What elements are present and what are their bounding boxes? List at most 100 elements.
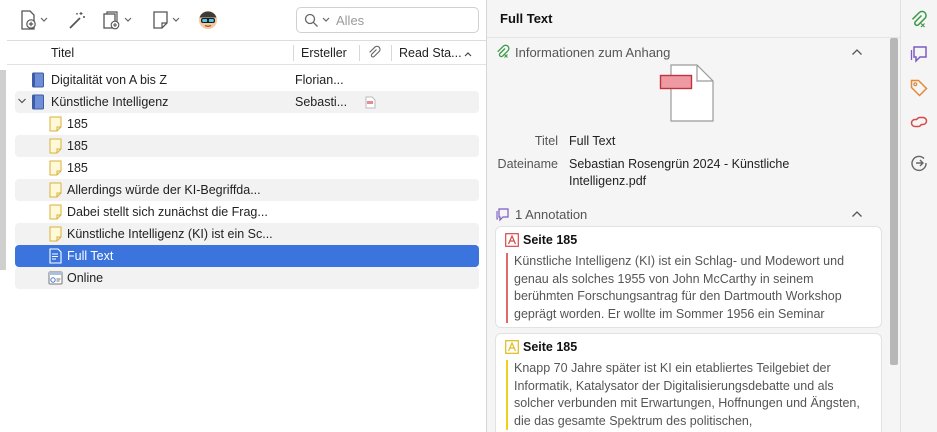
- title-label: Titel: [534, 134, 558, 148]
- locate-icon: [911, 155, 927, 172]
- new-note-button[interactable]: [152, 9, 180, 31]
- attachment-info-header[interactable]: Informationen zum Anhang: [495, 42, 885, 62]
- add-attachment-icon: [103, 11, 120, 30]
- chevron-down-icon: [124, 17, 132, 22]
- note-icon: [49, 116, 62, 132]
- item-creator: Florian...: [295, 73, 344, 87]
- table-row[interactable]: Künstliche Intelligenz (KI) ist ein Sc..…: [15, 223, 479, 245]
- chevron-down-icon: [172, 17, 180, 22]
- sidenav-locate[interactable]: [907, 151, 931, 175]
- item-title: Online: [67, 271, 104, 285]
- highlight-icon: [505, 340, 519, 354]
- filename-label: Dateiname: [497, 157, 558, 171]
- column-resizer[interactable]: [391, 45, 392, 61]
- related-icon: [910, 116, 928, 128]
- note-icon: [49, 226, 62, 242]
- book-icon: [32, 94, 44, 110]
- annotation-page: Seite 185: [523, 233, 578, 247]
- sidenav-attachment[interactable]: [907, 8, 931, 32]
- sidenav-related[interactable]: [907, 110, 931, 134]
- filename-value[interactable]: Sebastian Rosengrün 2024 - Künstliche In…: [569, 156, 819, 190]
- annotations-count: 1 Annotation: [515, 206, 588, 222]
- magic-wand-icon: [69, 12, 85, 29]
- note-icon: [49, 160, 62, 176]
- chevron-down-icon[interactable]: [17, 96, 27, 106]
- annotation-text: Knapp 70 Jahre später ist KI ein etablie…: [506, 360, 873, 430]
- collections-pane-edge[interactable]: [0, 40, 7, 432]
- item-title: Allerdings würde der KI-Begriffda...: [67, 183, 261, 197]
- table-row[interactable]: 185: [15, 135, 479, 157]
- toolbar: [0, 0, 486, 41]
- sidenav-tags[interactable]: [907, 76, 931, 100]
- column-title[interactable]: Titel: [51, 46, 74, 60]
- plugin-avatar-button[interactable]: [198, 9, 218, 31]
- annotation-page: Seite 185: [523, 340, 578, 354]
- annotation-header: Seite 185: [496, 227, 881, 253]
- item-title: 185: [67, 161, 88, 175]
- column-attachments[interactable]: [367, 45, 381, 62]
- table-row[interactable]: Online: [15, 267, 479, 289]
- chevron-up-icon[interactable]: [851, 210, 863, 218]
- tag-icon: [910, 79, 928, 97]
- search-box[interactable]: [296, 7, 479, 33]
- annotation-header: Seite 185: [496, 334, 881, 360]
- items-pane: Titel Ersteller Read Sta... Digitalität …: [0, 0, 487, 432]
- column-header: Titel Ersteller Read Sta...: [7, 41, 486, 65]
- item-title: Digitalität von A bis Z: [51, 73, 168, 87]
- add-attachment-button[interactable]: [102, 9, 132, 31]
- column-resizer[interactable]: [359, 45, 360, 61]
- highlight-icon: [505, 233, 519, 247]
- column-resizer[interactable]: [293, 45, 294, 61]
- item-title: Künstliche Intelligenz (KI) ist ein Sc..…: [67, 227, 273, 241]
- table-row[interactable]: 185: [15, 157, 479, 179]
- chevron-down-icon[interactable]: [322, 17, 330, 23]
- sort-ascending-icon: [464, 52, 471, 57]
- item-title: Künstliche Intelligenz: [51, 95, 169, 109]
- search-icon: [304, 13, 318, 27]
- book-icon: [32, 72, 44, 88]
- item-title: 185: [67, 139, 88, 153]
- items-tree: Digitalität von A bis Z Florian... Künst…: [15, 69, 479, 289]
- annotation-card[interactable]: Seite 185 Knapp 70 Jahre später ist KI e…: [495, 333, 882, 432]
- note-icon: [49, 204, 62, 220]
- attachment-icon: [911, 10, 927, 28]
- item-title: 185: [67, 117, 88, 131]
- add-by-identifier-button[interactable]: [67, 9, 87, 31]
- pane-sidenav: [900, 0, 937, 432]
- table-row[interactable]: 185: [15, 113, 479, 135]
- new-note-icon: [153, 11, 168, 29]
- annotations-header[interactable]: 1 Annotation: [495, 204, 885, 224]
- sidenav-notes[interactable]: [907, 42, 931, 66]
- avatar-icon: [199, 11, 217, 29]
- item-title: Dabei stellt sich zunächst die Frag...: [67, 205, 268, 219]
- title-value[interactable]: Full Text: [569, 133, 869, 150]
- pane-title: Full Text: [500, 11, 553, 26]
- new-item-button[interactable]: [20, 9, 48, 31]
- pdf-preview-icon[interactable]: [659, 64, 717, 122]
- chevron-up-icon[interactable]: [851, 48, 863, 56]
- full-text-icon: [49, 248, 62, 264]
- search-input[interactable]: [336, 12, 466, 28]
- new-item-icon: [21, 10, 36, 30]
- item-creator: Sebasti...: [295, 95, 348, 109]
- pane-scrollbar[interactable]: [890, 38, 898, 365]
- annotation-text: Künstliche Intelligenz (KI) ist ein Schl…: [506, 253, 873, 323]
- column-read-status[interactable]: Read Sta...: [399, 46, 472, 60]
- column-creator[interactable]: Ersteller: [301, 46, 347, 60]
- table-row[interactable]: Künstliche Intelligenz Sebasti...: [15, 91, 479, 113]
- item-pane: Full Text Informationen zum Anhang Titel…: [487, 0, 900, 432]
- paperclip-icon: [369, 45, 381, 58]
- annotation-card[interactable]: Seite 185 Künstliche Intelligenz (KI) is…: [495, 226, 882, 328]
- table-row[interactable]: Allerdings würde der KI-Begriffda...: [15, 179, 479, 201]
- annotations-icon: [496, 208, 509, 222]
- web-page-icon: [48, 271, 63, 285]
- notes-icon: [910, 46, 927, 63]
- pdf-icon[interactable]: [365, 96, 376, 109]
- table-row-selected[interactable]: Full Text: [15, 245, 479, 267]
- note-icon: [49, 138, 62, 154]
- note-icon: [49, 182, 62, 198]
- table-row[interactable]: Dabei stellt sich zunächst die Frag...: [15, 201, 479, 223]
- attachment-icon: [497, 44, 510, 58]
- chevron-down-icon: [40, 17, 48, 22]
- table-row[interactable]: Digitalität von A bis Z Florian...: [15, 69, 479, 91]
